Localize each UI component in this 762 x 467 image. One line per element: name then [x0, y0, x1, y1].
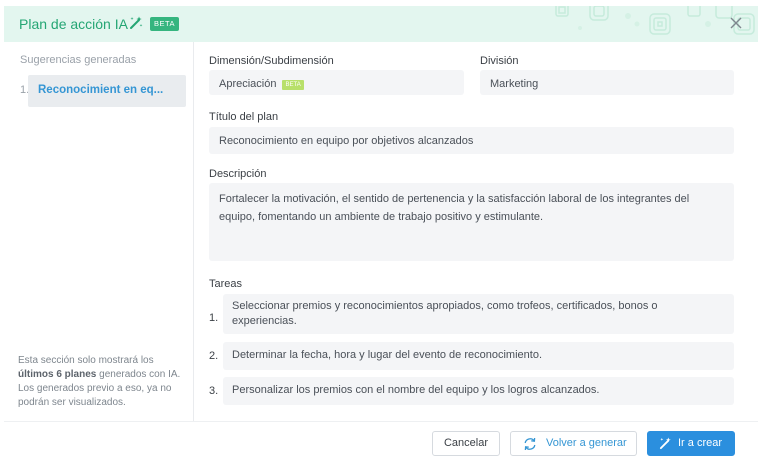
- sidebar-item-label: Reconocimient en eq...: [38, 84, 164, 96]
- dimension-beta-badge: BETA: [282, 80, 304, 90]
- cancel-button[interactable]: Cancelar: [432, 431, 500, 456]
- task-number: 2.: [209, 350, 219, 362]
- footer-divider: [4, 421, 758, 422]
- plan-title-value: Reconocimiento en equipo por objetivos a…: [219, 135, 474, 147]
- magic-wand-icon: [130, 16, 143, 29]
- regenerate-button[interactable]: Volver a generar: [510, 431, 637, 456]
- description-field[interactable]: Fortalecer la motivación, el sentido de …: [209, 183, 734, 261]
- regenerate-label: Volver a generar: [546, 437, 627, 449]
- task-box[interactable]: Seleccionar premios y reconocimientos ap…: [223, 294, 734, 334]
- modal-title: Plan de acción IA: [19, 16, 128, 32]
- beta-badge: BETA: [150, 17, 180, 31]
- refresh-icon: [524, 437, 536, 451]
- action-plan-modal: Plan de acción IA BETA Sugerencias gener…: [0, 0, 762, 467]
- task-text: Seleccionar premios y reconocimientos ap…: [232, 300, 658, 327]
- task-item-2: 2. Determinar la fecha, hora y lugar del…: [206, 342, 734, 370]
- go-create-label: Ir a crear: [678, 437, 723, 449]
- tasks-label: Tareas: [209, 278, 243, 290]
- task-box[interactable]: Personalizar los premios con el nombre d…: [223, 377, 734, 405]
- suggestions-sidebar: Sugerencias generadas 1. Reconocimient e…: [4, 42, 194, 421]
- task-item-3: 3. Personalizar los premios con el nombr…: [206, 377, 734, 405]
- task-box[interactable]: Determinar la fecha, hora y lugar del ev…: [223, 342, 734, 370]
- go-create-button[interactable]: Ir a crear: [647, 431, 735, 456]
- division-field: Marketing: [480, 70, 734, 95]
- decorative-pattern: [555, 6, 755, 35]
- plan-title-field[interactable]: Reconocimiento en equipo por objetivos a…: [209, 127, 734, 154]
- dimension-value: Apreciación: [219, 78, 277, 90]
- division-label: División: [480, 55, 519, 67]
- sidebar-note: Esta sección solo mostrará los últimos 6…: [18, 354, 188, 410]
- sidebar-item-pill[interactable]: Reconocimient en eq...: [28, 75, 186, 107]
- task-text: Personalizar los premios con el nombre d…: [232, 384, 600, 396]
- sidebar-heading: Sugerencias generadas: [20, 54, 137, 66]
- dimension-label: Dimensión/Subdimensión: [209, 55, 334, 67]
- task-item-1: 1. Seleccionar premios y reconocimientos…: [206, 294, 734, 334]
- task-number: 3.: [209, 385, 219, 397]
- plan-title-label: Título del plan: [209, 111, 279, 123]
- task-text: Determinar la fecha, hora y lugar del ev…: [232, 349, 543, 361]
- dimension-field: Apreciación BETA: [209, 70, 464, 95]
- close-icon[interactable]: [728, 15, 744, 31]
- magic-wand-icon: [659, 437, 671, 450]
- division-value: Marketing: [490, 78, 539, 90]
- modal-header: Plan de acción IA BETA: [4, 6, 758, 42]
- task-number: 1.: [209, 312, 219, 324]
- description-value: Fortalecer la motivación, el sentido de …: [219, 193, 690, 223]
- sidebar-item-suggestion-1[interactable]: 1. Reconocimient en eq...: [20, 75, 186, 107]
- description-label: Descripción: [209, 168, 267, 180]
- note-text-bold: últimos 6 planes: [18, 369, 97, 380]
- note-text-1: Esta sección solo mostrará los: [18, 355, 154, 366]
